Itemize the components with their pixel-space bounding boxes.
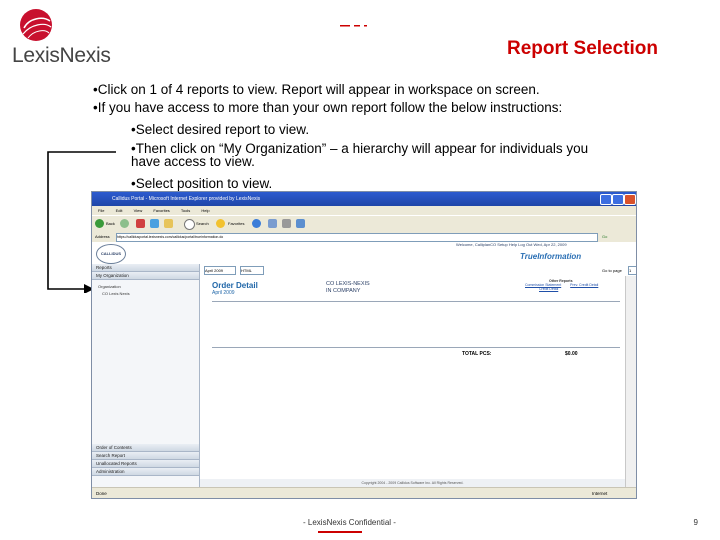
bullet-1: •Click on 1 of 4 reports to view. Report…: [93, 82, 540, 97]
search-icon[interactable]: [184, 219, 195, 230]
mail-icon[interactable]: [268, 219, 277, 228]
report-divider: [212, 301, 620, 302]
maximize-button[interactable]: [612, 194, 624, 205]
callidus-app: CALLIDUS Welcome, CalliplanCO Setup Help…: [92, 242, 636, 487]
tree-item-organization[interactable]: Organization: [98, 284, 121, 289]
address-label: Address: [95, 234, 110, 239]
browser-screenshot: Callidus Portal - Microsoft Internet Exp…: [91, 191, 637, 499]
browser-menu-bar: File Edit View Favorites Tools Help: [92, 206, 636, 215]
menu-edit[interactable]: Edit: [116, 208, 123, 213]
product-name: TrueInformation: [520, 252, 582, 261]
go-button[interactable]: Go: [602, 232, 607, 242]
decorative-dashes: [340, 25, 367, 27]
report-date: April 2009: [212, 290, 235, 296]
company-name: CO LEXIS-NEXIS IN COMPANY: [326, 281, 370, 295]
home-icon[interactable]: [164, 219, 173, 228]
total-divider: [212, 347, 620, 348]
link-prev-credit-detail[interactable]: Prev. Credit Detail: [570, 283, 598, 287]
sidebar-unallocated-reports[interactable]: Unallocated Reports: [92, 460, 199, 468]
search-label: Search: [196, 221, 209, 226]
sidebar-order-of-contents[interactable]: Order of Contents: [92, 444, 199, 452]
footer-accent-line: [318, 531, 362, 533]
stop-icon[interactable]: [136, 219, 145, 228]
minimize-button[interactable]: [600, 194, 612, 205]
format-select[interactable]: HTML: [240, 266, 264, 275]
company-line-2: IN COMPANY: [326, 288, 361, 294]
app-header: CALLIDUS Welcome, CalliplanCO Setup Help…: [92, 242, 636, 266]
address-input[interactable]: https://callidusportal.lexisnexis.com/ca…: [116, 233, 598, 242]
address-bar: Address https://callidusportal.lexisnexi…: [92, 232, 636, 242]
favorites-label: Favorites: [228, 221, 245, 226]
logo-wordmark: LexisNexis: [12, 44, 111, 67]
confidential-footer: - LexisNexis Confidential -: [303, 518, 396, 527]
total-label: TOTAL PCS:: [462, 351, 492, 357]
sub-bullet-3: •Select position to view.: [131, 176, 273, 191]
back-icon[interactable]: [95, 219, 104, 228]
tree-item-co-lexis-nexis[interactable]: CO Lexis Nexis: [102, 291, 130, 296]
browser-toolbar: Back Search Favorites: [92, 215, 636, 233]
report-controls: April 2009 HTML Go to page 1: [200, 264, 636, 276]
period-select[interactable]: April 2009: [204, 266, 236, 275]
sub-bullet-1: •Select desired report to view.: [131, 122, 310, 137]
menu-help[interactable]: Help: [201, 208, 209, 213]
sidebar-reports-header[interactable]: Reports: [92, 264, 199, 272]
status-text: Done: [96, 491, 107, 496]
page-label: Go to page: [602, 268, 622, 273]
welcome-line: Welcome, CalliplanCO Setup Help Log Out …: [456, 242, 567, 247]
refresh-icon[interactable]: [150, 219, 159, 228]
browser-title: Callidus Portal - Microsoft Internet Exp…: [112, 196, 261, 202]
report-title: Order Detail: [212, 281, 258, 290]
link-credit-detail[interactable]: Credit Detail: [539, 287, 598, 291]
page-number: 9: [693, 518, 698, 527]
browser-title-bar: Callidus Portal - Microsoft Internet Exp…: [92, 192, 636, 206]
bullet-2: •If you have access to more than your ow…: [93, 100, 563, 115]
menu-view[interactable]: View: [134, 208, 143, 213]
menu-favorites[interactable]: Favorites: [153, 208, 169, 213]
sidebar: Reports My Organization Organization CO …: [92, 264, 200, 487]
report-workspace: Order Detail April 2009 CO LEXIS-NEXIS I…: [200, 276, 625, 487]
print-icon[interactable]: [282, 219, 291, 228]
status-zone: Internet: [592, 491, 608, 496]
menu-file[interactable]: File: [98, 208, 104, 213]
page-input[interactable]: 1: [628, 266, 636, 275]
sidebar-administration[interactable]: Administration: [92, 468, 199, 476]
menu-tools[interactable]: Tools: [181, 208, 190, 213]
other-reports-links: Other Reports Commission Statement Prev.…: [525, 279, 598, 291]
back-label: Back: [106, 221, 115, 226]
media-icon[interactable]: [252, 219, 261, 228]
copyright-bar: Copyright 2004 - 2009 Callidus Software …: [200, 479, 625, 487]
sub-bullet-2: •Then click on “My Organization” – a hie…: [131, 141, 589, 169]
sidebar-my-organization-header[interactable]: My Organization: [92, 272, 199, 280]
sidebar-search-report[interactable]: Search Report: [92, 452, 199, 460]
lexisnexis-globe-logo: [20, 9, 52, 41]
slide-title: Report Selection: [507, 38, 658, 59]
forward-icon[interactable]: [120, 219, 129, 228]
favorites-star-icon[interactable]: [216, 219, 225, 228]
close-button[interactable]: [624, 194, 636, 205]
total-value: $0.00: [565, 351, 578, 357]
company-line-1: CO LEXIS-NEXIS: [326, 281, 370, 287]
vertical-scrollbar[interactable]: [625, 276, 636, 487]
callidus-logo: CALLIDUS: [96, 244, 126, 264]
edit-icon[interactable]: [296, 219, 305, 228]
browser-status-bar: Done Internet: [92, 487, 636, 498]
